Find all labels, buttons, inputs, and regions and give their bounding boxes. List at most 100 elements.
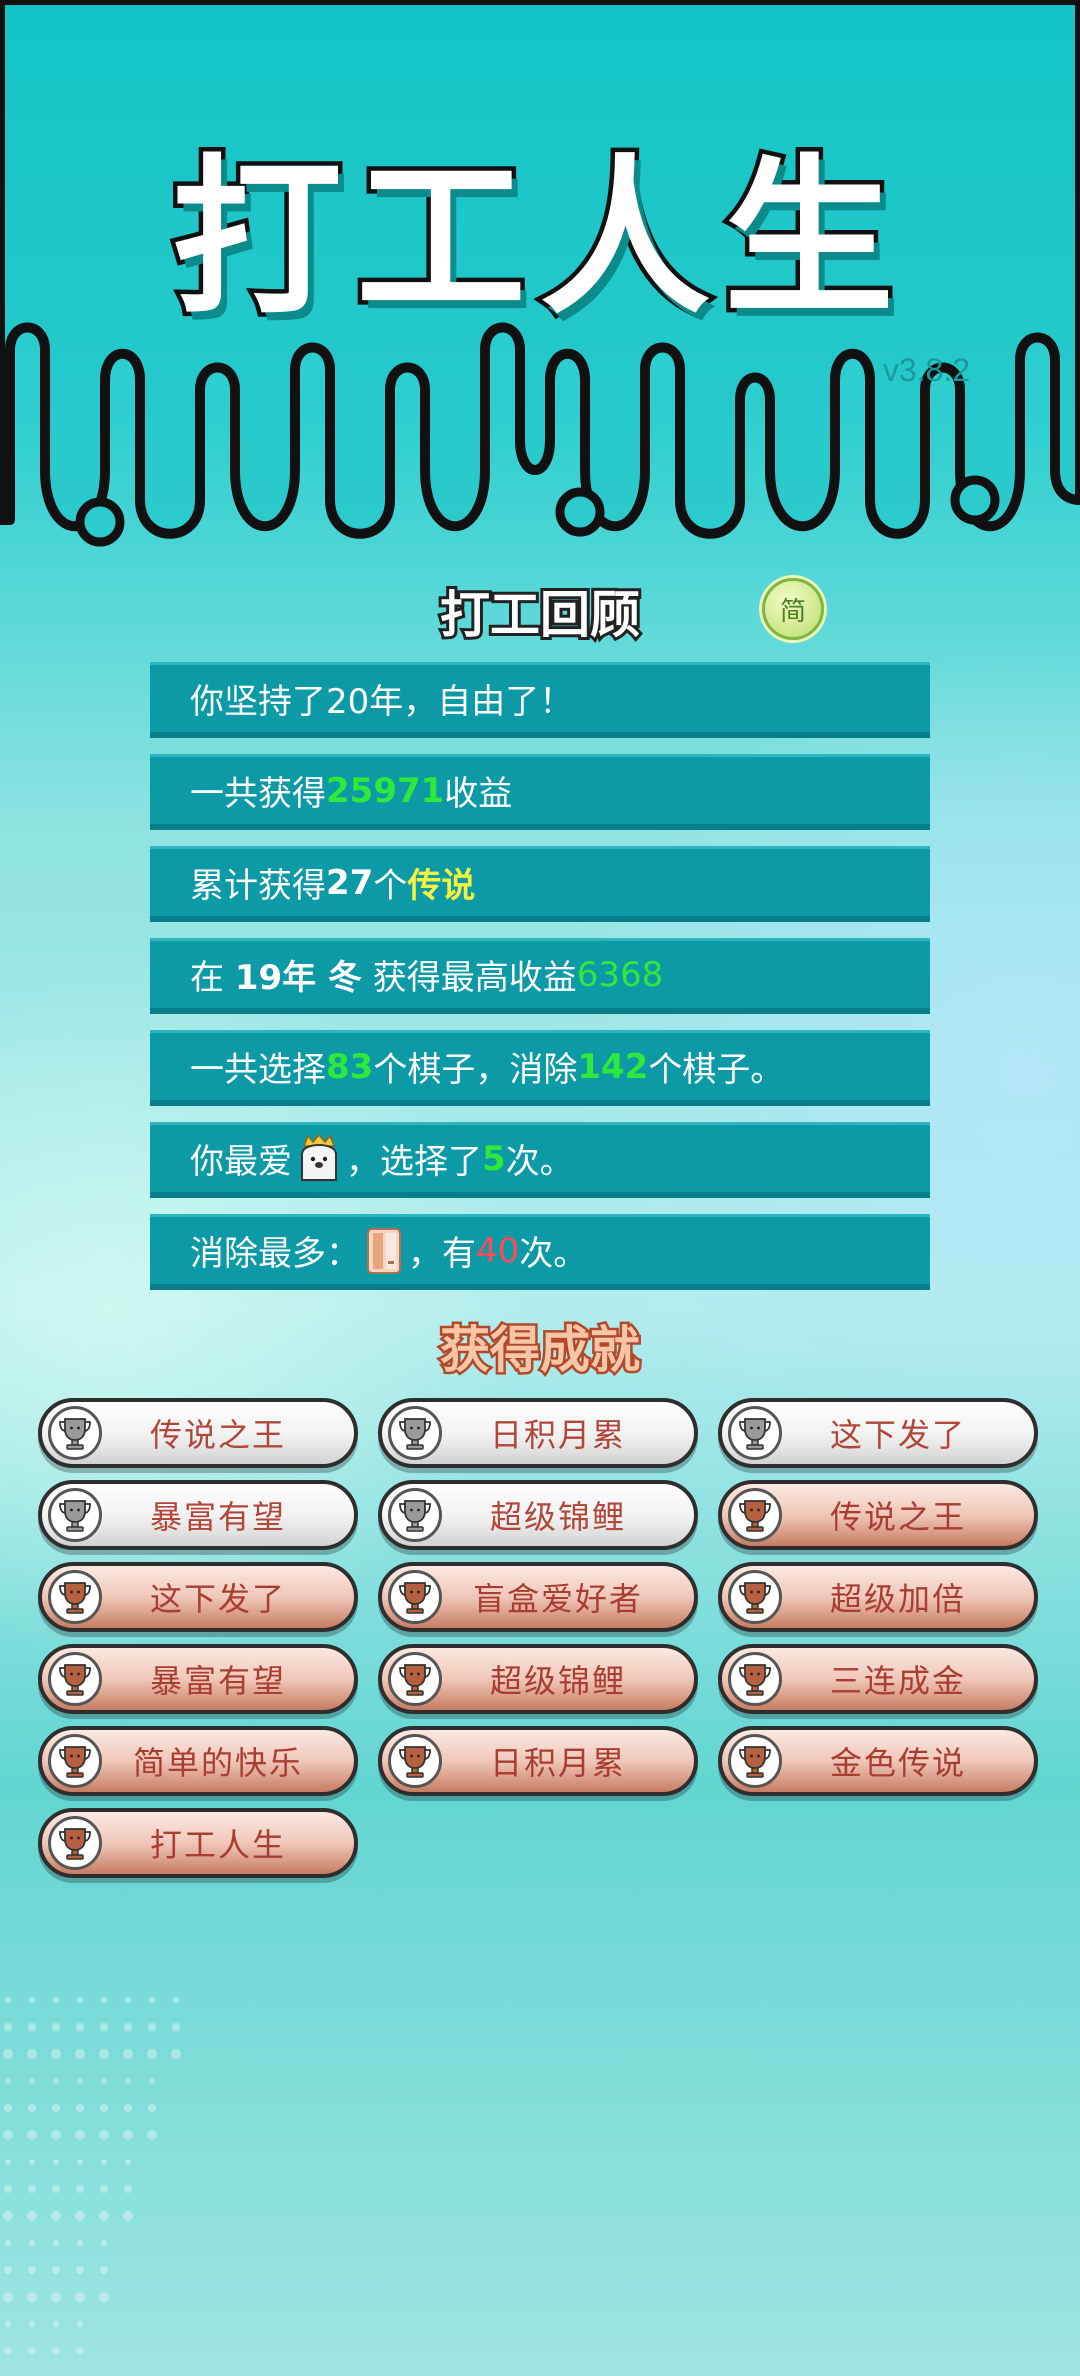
stat-label: 在 xyxy=(190,958,235,998)
achievement-badge[interactable]: 暴富有望 xyxy=(38,1480,358,1550)
decorative-dot xyxy=(76,2104,84,2112)
achievement-badge[interactable]: 超级锦鲤 xyxy=(378,1480,698,1550)
achievement-badge[interactable]: 传说之王 xyxy=(38,1398,358,1468)
achievement-label: 简单的快乐 xyxy=(132,1744,303,1782)
achievement-badge[interactable]: 日积月累 xyxy=(378,1726,698,1796)
decorative-dot xyxy=(101,2240,107,2246)
stat-label: 消除最多： xyxy=(190,1234,360,1274)
picked-count-value: 83 xyxy=(326,1046,374,1087)
achievement-label: 这下发了 xyxy=(829,1416,966,1454)
achievement-badge[interactable]: 打工人生 xyxy=(38,1808,358,1878)
best-income-value: 6368 xyxy=(576,954,664,995)
decorative-dot xyxy=(123,2211,133,2221)
decorative-dot xyxy=(5,2159,11,2165)
trophy-icon xyxy=(728,1406,782,1460)
stat-pieces: 一共选择 83 个棋子，消除 142 个棋子。 xyxy=(150,1030,930,1106)
trophy-icon xyxy=(388,1652,442,1706)
achievement-label: 暴富有望 xyxy=(149,1498,286,1536)
decorative-dot xyxy=(76,2266,84,2274)
trophy-icon xyxy=(48,1488,102,1542)
decorative-dot xyxy=(29,1997,35,2003)
header-band: 打工人生 v3.8.2 xyxy=(0,0,1080,560)
achievement-badge[interactable]: 超级加倍 xyxy=(718,1562,1038,1632)
decorative-dot xyxy=(52,2266,60,2274)
version-label: v3.8.2 xyxy=(882,352,970,388)
decorative-dot xyxy=(52,2185,60,2193)
decorative-dot xyxy=(51,2292,61,2302)
decorative-dot xyxy=(125,2159,131,2165)
decorative-dot xyxy=(147,2130,157,2140)
decorative-dot xyxy=(125,1997,131,2003)
achievement-label: 暴富有望 xyxy=(149,1662,286,1700)
decorative-dot xyxy=(147,2049,157,2059)
decorative-dot xyxy=(125,2078,131,2084)
decorative-dot xyxy=(149,2078,155,2084)
decorative-dot xyxy=(53,2159,59,2165)
decorative-dot xyxy=(99,2130,109,2140)
achievement-badge[interactable]: 简单的快乐 xyxy=(38,1726,358,1796)
achievement-badge[interactable]: 暴富有望 xyxy=(38,1644,358,1714)
decorative-dot xyxy=(27,2211,37,2221)
best-season-value: 19年 冬 xyxy=(234,958,362,998)
achievement-badge[interactable]: 金色传说 xyxy=(718,1726,1038,1796)
decorative-dot xyxy=(5,2240,11,2246)
achievement-label: 日积月累 xyxy=(489,1744,626,1782)
decorative-dot xyxy=(5,2321,11,2327)
decorative-dot xyxy=(29,2240,35,2246)
trophy-icon xyxy=(388,1734,442,1788)
decorative-dot xyxy=(99,2292,109,2302)
legendary-tier-label: 传说 xyxy=(407,866,476,906)
decorative-dot xyxy=(53,1997,59,2003)
achievement-badge[interactable]: 传说之王 xyxy=(718,1480,1038,1550)
decorative-dot xyxy=(149,1997,155,2003)
stat-best-season: 在 19年 冬 获得最高收益 6368 xyxy=(150,938,930,1014)
decorative-dot xyxy=(100,2023,108,2031)
stat-years-text: 你坚持了20年，自由了！ xyxy=(190,682,574,722)
decorative-dot xyxy=(3,2049,13,2059)
stat-label: 收益 xyxy=(444,774,513,814)
trophy-icon xyxy=(388,1406,442,1460)
decorative-dot xyxy=(75,2292,85,2302)
decorative-dot xyxy=(171,2049,181,2059)
decorative-dot xyxy=(148,2104,156,2112)
review-title: 打工回顾 xyxy=(437,583,643,647)
achievement-label: 这下发了 xyxy=(149,1580,286,1618)
bear-mascot-icon xyxy=(296,1133,342,1184)
removed-count-value: 142 xyxy=(577,1046,649,1087)
stat-label: ，有 xyxy=(408,1234,476,1274)
decorative-dot xyxy=(3,2292,13,2302)
decorative-dot xyxy=(28,2266,36,2274)
achievement-badge[interactable]: 盲盒爱好者 xyxy=(378,1562,698,1632)
simplified-chinese-button[interactable]: 简 xyxy=(762,578,824,640)
game-title: 打工人生 xyxy=(167,136,908,343)
achievement-badge[interactable]: 三连成金 xyxy=(718,1644,1038,1714)
decorative-dot xyxy=(29,2321,35,2327)
stat-label: 个棋子，消除 xyxy=(373,1050,578,1090)
achievement-badge[interactable]: 日积月累 xyxy=(378,1398,698,1468)
decorative-dot xyxy=(29,2078,35,2084)
decorative-dot xyxy=(77,2240,83,2246)
decorative-dot xyxy=(53,2240,59,2246)
trophy-icon xyxy=(728,1488,782,1542)
achievement-label: 传说之王 xyxy=(829,1498,966,1536)
decorative-dot xyxy=(77,2321,83,2327)
achievement-label: 打工人生 xyxy=(149,1826,286,1864)
decorative-dot xyxy=(28,2347,36,2355)
trophy-icon xyxy=(728,1570,782,1624)
stat-label: 次。 xyxy=(519,1234,588,1274)
legendary-count-value: 27 xyxy=(326,862,374,903)
decorative-dot xyxy=(51,2130,61,2140)
achievement-badge[interactable]: 超级锦鲤 xyxy=(378,1644,698,1714)
decorative-dot xyxy=(123,2049,133,2059)
stat-favorite-piece: 你最爱 ，选择了 5 次。 xyxy=(150,1122,930,1198)
achievement-badge[interactable]: 这下发了 xyxy=(38,1562,358,1632)
stat-label: 获得最高收益 xyxy=(361,958,577,998)
achievements-title: 获得成就 xyxy=(438,1319,643,1382)
trophy-icon xyxy=(388,1570,442,1624)
decorative-dot xyxy=(99,2211,109,2221)
decorative-dot xyxy=(75,2211,85,2221)
total-income-value: 25971 xyxy=(326,770,445,811)
decorative-dot xyxy=(4,2266,12,2274)
stat-label: 个 xyxy=(373,866,408,906)
achievement-badge[interactable]: 这下发了 xyxy=(718,1398,1038,1468)
